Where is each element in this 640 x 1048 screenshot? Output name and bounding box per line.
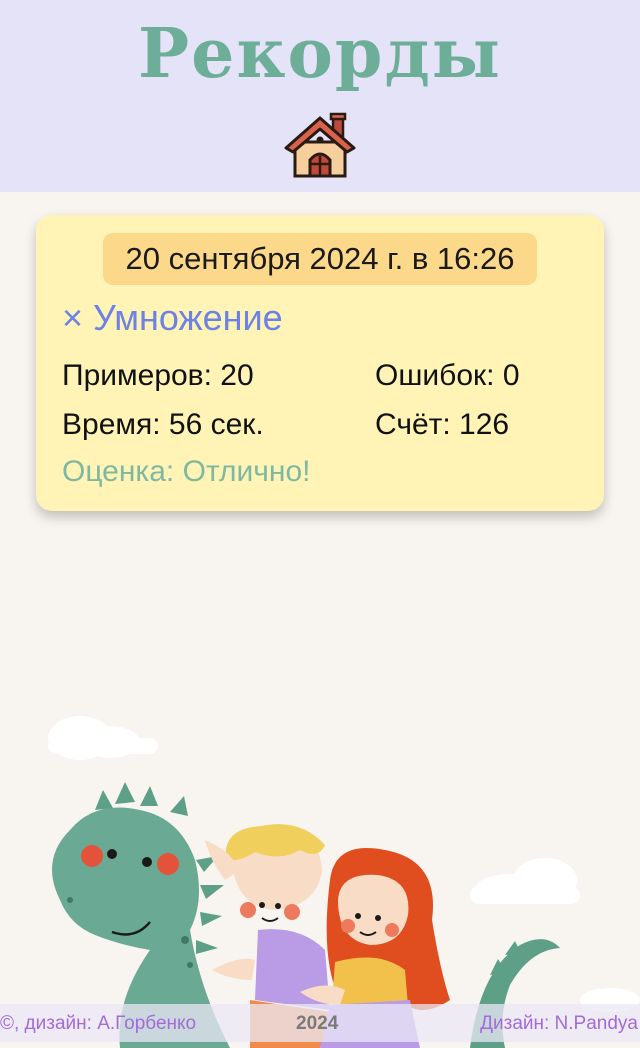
header: Рекорды [0, 0, 640, 192]
grade-value: Оценка: Отлично! [62, 455, 311, 488]
examples-count: Примеров: 20 [62, 359, 254, 392]
multiply-icon: × [62, 297, 84, 338]
errors-count: Ошибок: 0 [375, 359, 520, 392]
footer-year: 2024 [296, 1013, 339, 1034]
footer-designer: Дизайн: N.Pandya [480, 1013, 638, 1034]
record-date: 20 сентября 2024 г. в 16:26 [103, 233, 537, 285]
record-card: 20 сентября 2024 г. в 16:26 × Умножение … [36, 215, 604, 511]
time-value: Время: 56 сек. [62, 408, 264, 441]
footer-author: ©, дизайн: А.Горбенко [0, 1013, 197, 1034]
footer: ©, дизайн: А.Горбенко 2024 Дизайн: N.Pan… [0, 1004, 640, 1042]
page-title: Рекорды [138, 14, 502, 94]
operation-label: × Умножение [62, 297, 283, 339]
dragon-kids-illustration [0, 700, 640, 1048]
score-value: Счёт: 126 [375, 408, 510, 441]
house-icon [284, 112, 356, 178]
operation-name: Умножение [93, 297, 283, 338]
home-button[interactable] [283, 112, 357, 180]
